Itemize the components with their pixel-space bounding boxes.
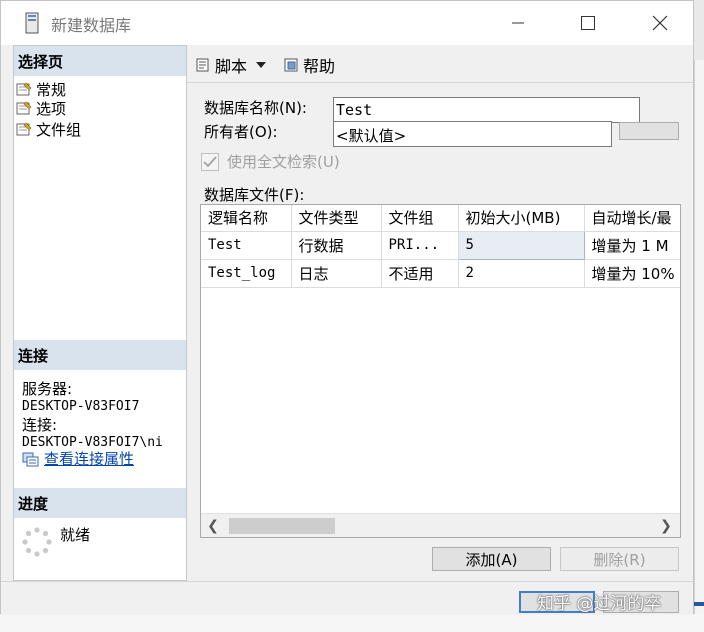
horizontal-scrollbar[interactable]: ❮ ❯ <box>201 513 680 537</box>
database-name-input[interactable]: Test <box>333 97 640 123</box>
table-cell[interactable]: 日志 <box>291 259 382 288</box>
scroll-left-icon[interactable]: ❮ <box>203 516 223 536</box>
table-row[interactable]: Test 行数据 PRI... 5 增量为 1 M <box>201 230 680 260</box>
database-files-grid: 逻辑名称 文件类型 文件组 初始大小(MB) 自动增长/最 Test 行数据 P… <box>200 204 681 538</box>
properties-icon <box>22 452 39 466</box>
column-header[interactable]: 文件类型 <box>291 205 382 232</box>
connection-label: 连接: <box>22 416 58 434</box>
watermark: 知乎 @过河的卒 <box>537 594 662 614</box>
sidebar-item-general[interactable]: 常规 <box>16 79 66 99</box>
window-title: 新建数据库 <box>51 16 132 35</box>
table-cell[interactable]: Test_log <box>201 259 292 288</box>
view-connection-properties-link[interactable]: 查看连接属性 <box>22 448 134 469</box>
table-header-row: 逻辑名称 文件类型 文件组 初始大小(MB) 自动增长/最 <box>201 205 680 232</box>
table-cell[interactable]: 行数据 <box>291 231 382 260</box>
script-label: 脚本 <box>215 57 248 76</box>
script-button[interactable]: 脚本 <box>195 53 269 77</box>
sidebar-item-label: 常规 <box>36 80 67 99</box>
chevron-down-icon <box>256 62 267 68</box>
minimize-icon <box>512 22 524 24</box>
help-button[interactable]: 帮助 <box>283 53 335 77</box>
maximize-button[interactable] <box>565 1 611 45</box>
table-cell[interactable]: 2 <box>458 259 585 288</box>
database-name-label: 数据库名称(N): <box>204 99 307 117</box>
column-header[interactable]: 文件组 <box>381 205 459 232</box>
sidebar: 选择页 常规 选项 文件组 连接 服务器: DESKTOP-V83FOI7 连接… <box>13 45 187 581</box>
script-icon <box>196 58 209 72</box>
select-page-header: 选择页 <box>14 46 186 76</box>
server-label: 服务器: <box>22 380 73 398</box>
toolbar: 脚本 帮助 <box>187 45 693 83</box>
table-cell[interactable]: Test <box>201 231 292 260</box>
close-icon <box>652 15 668 31</box>
help-icon <box>284 58 298 72</box>
browse-owner-button[interactable] <box>619 122 679 140</box>
sidebar-item-filegroups[interactable]: 文件组 <box>16 119 81 139</box>
help-label: 帮助 <box>303 57 336 76</box>
column-header[interactable]: 初始大小(MB) <box>458 205 585 232</box>
table-cell[interactable]: 增量为 10% <box>584 259 680 288</box>
scrollbar-thumb[interactable] <box>229 518 335 534</box>
close-button[interactable] <box>637 1 683 45</box>
sidebar-item-label: 文件组 <box>36 120 82 139</box>
database-files-label: 数据库文件(F): <box>204 186 305 204</box>
page-icon <box>16 82 32 96</box>
sidebar-item-options[interactable]: 选项 <box>16 98 66 118</box>
remove-button[interactable]: 删除(R) <box>560 547 679 571</box>
minimize-button[interactable] <box>495 1 541 45</box>
sidebar-gutter <box>1 45 13 581</box>
fulltext-label: 使用全文检索(U) <box>227 153 340 171</box>
add-button[interactable]: 添加(A) <box>432 547 551 571</box>
files-table: 逻辑名称 文件类型 文件组 初始大小(MB) 自动增长/最 Test 行数据 P… <box>201 205 680 288</box>
page-icon <box>16 101 32 115</box>
server-value: DESKTOP-V83FOI7 <box>22 399 140 414</box>
table-cell[interactable]: 5 <box>457 230 585 260</box>
progress-header: 进度 <box>14 488 186 518</box>
progress-spinner-icon <box>22 527 52 557</box>
new-database-dialog: 新建数据库 选择页 常规 选项 文件组 连接 服务器: DESKTOP-V83F… <box>0 0 694 615</box>
table-cell[interactable]: 增量为 1 M <box>584 231 680 260</box>
page-icon <box>16 122 32 136</box>
owner-label: 所有者(O): <box>204 123 278 141</box>
link-label: 查看连接属性 <box>44 450 135 468</box>
table-row[interactable]: Test_log 日志 不适用 2 增量为 10% <box>201 259 680 288</box>
connection-header: 连接 <box>14 340 186 370</box>
column-header[interactable]: 自动增长/最 <box>584 205 680 232</box>
database-icon <box>25 12 39 34</box>
table-cell[interactable]: 不适用 <box>381 259 459 288</box>
checkmark-icon <box>203 156 217 168</box>
background-window-edge <box>694 60 704 614</box>
background-page-strip <box>0 614 704 632</box>
scroll-right-icon[interactable]: ❯ <box>656 516 676 536</box>
title-bar[interactable]: 新建数据库 <box>1 1 693 45</box>
fulltext-checkbox[interactable] <box>201 153 219 171</box>
sidebar-item-label: 选项 <box>36 99 67 118</box>
table-cell[interactable]: PRI... <box>381 231 459 260</box>
owner-input[interactable]: <默认值> <box>333 121 612 147</box>
column-header[interactable]: 逻辑名称 <box>201 205 292 232</box>
maximize-icon <box>581 16 595 30</box>
progress-status: 就绪 <box>60 526 91 544</box>
